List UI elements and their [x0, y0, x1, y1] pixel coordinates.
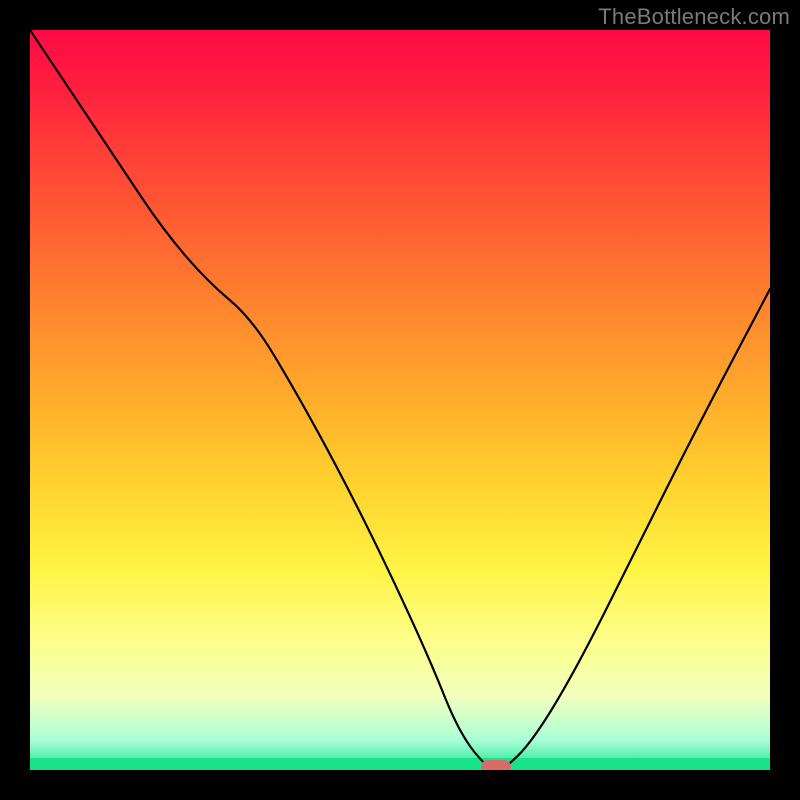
- bottleneck-curve: [30, 30, 770, 770]
- chart-frame: TheBottleneck.com: [0, 0, 800, 800]
- curve-path: [30, 30, 770, 770]
- plot-area: [30, 30, 770, 770]
- optimum-marker: [481, 760, 511, 770]
- watermark-text: TheBottleneck.com: [598, 4, 790, 30]
